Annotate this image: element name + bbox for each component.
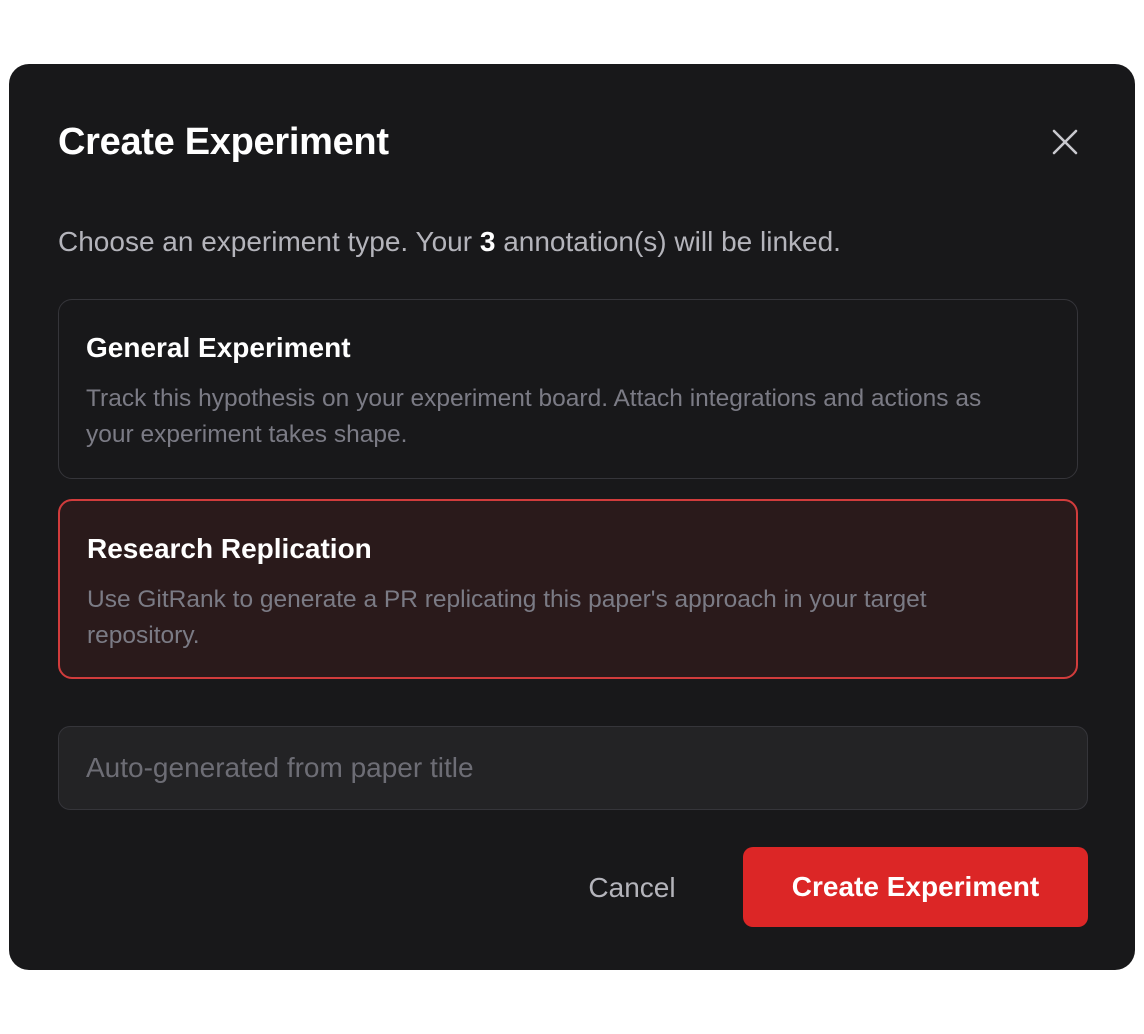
option-general-experiment[interactable]: General Experiment Track this hypothesis… — [58, 299, 1078, 479]
option-description: Use GitRank to generate a PR replicating… — [87, 586, 927, 649]
annotation-count: 3 — [479, 226, 496, 257]
create-experiment-dialog: Create Experiment Choose an experiment t… — [9, 64, 1135, 970]
description-prefix: Choose an experiment type. Your — [58, 226, 480, 257]
dialog-title: Create Experiment — [58, 121, 389, 163]
cancel-button[interactable]: Cancel — [569, 858, 695, 918]
close-icon — [1052, 129, 1078, 155]
option-title: Research Replication — [87, 533, 372, 564]
dialog-description: Choose an experiment type. Your 3 annota… — [58, 222, 841, 262]
close-button[interactable] — [1045, 122, 1085, 162]
option-title: General Experiment — [86, 332, 351, 363]
experiment-name-input[interactable] — [58, 726, 1088, 810]
description-suffix: annotation(s) will be linked. — [495, 226, 841, 257]
create-experiment-button[interactable]: Create Experiment — [743, 847, 1088, 927]
option-research-replication[interactable]: Research Replication Use GitRank to gene… — [58, 499, 1078, 679]
option-description: Track this hypothesis on your experiment… — [86, 385, 982, 448]
